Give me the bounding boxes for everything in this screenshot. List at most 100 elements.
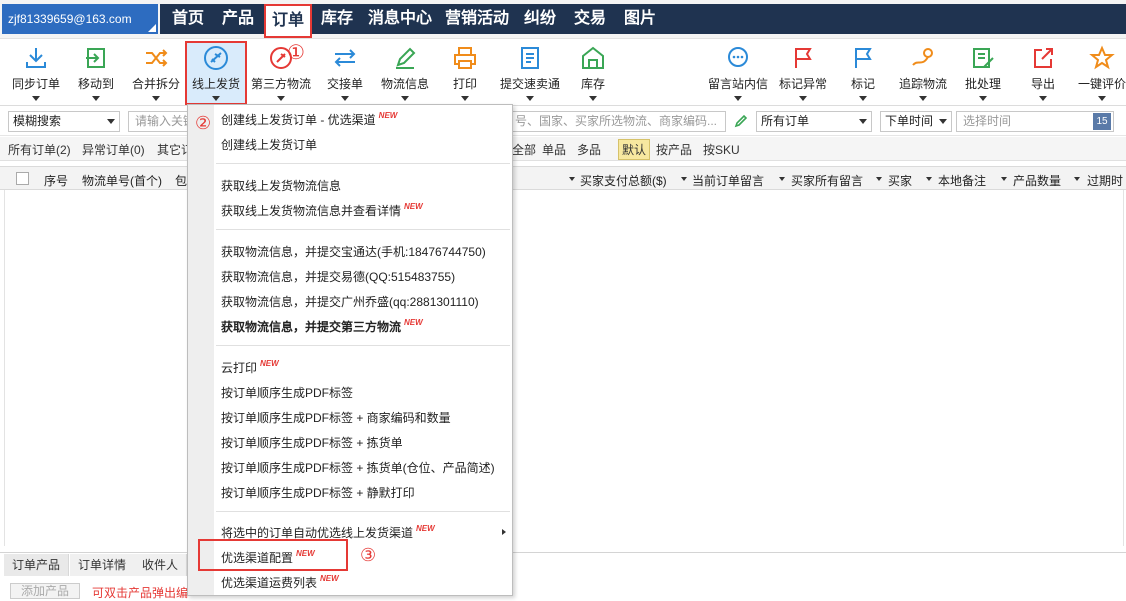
handover-sheet-button[interactable]: 交接单 — [313, 45, 377, 101]
keyword-input[interactable]: 请输入关键 — [128, 111, 188, 132]
handover-sheet-label: 交接单 — [326, 77, 363, 91]
menu-preferred-channel-fees[interactable]: 优选渠道运费列表 NEW — [221, 574, 339, 591]
tab-order-details[interactable]: 订单详情 — [70, 554, 136, 576]
mark-abnormal-button[interactable]: 标记异常 — [771, 45, 835, 101]
menu-cloud-print[interactable]: 云打印 NEW — [221, 359, 279, 376]
chat-icon — [728, 47, 748, 67]
nav-orders[interactable]: 订单 — [264, 4, 313, 38]
print-button[interactable]: 打印 — [433, 45, 497, 101]
nav-images[interactable]: 图片 — [624, 4, 656, 34]
sync-orders-label: 同步订单 — [11, 77, 60, 91]
menu-gutter — [188, 105, 214, 595]
chevron-down-icon[interactable] — [569, 177, 575, 181]
chevron-down-icon — [979, 96, 987, 101]
submit-aliexpress-button[interactable]: 提交速卖通 — [494, 45, 566, 101]
menu-divider — [216, 163, 510, 164]
tab-abnormal-orders[interactable]: 异常订单(0) — [82, 141, 145, 158]
export-button[interactable]: 导出 — [1011, 45, 1075, 101]
menu-submit-yide[interactable]: 获取物流信息，并提交易德(QQ:515483755) — [221, 268, 455, 285]
menu-preferred-channel-config[interactable]: 优选渠道配置 NEW — [221, 549, 315, 566]
move-to-icon — [86, 48, 105, 68]
time-field-select[interactable]: 下单时间 — [880, 111, 952, 132]
menu-pdf-label-silent-print[interactable]: 按订单顺序生成PDF标签 + 静默打印 — [221, 484, 415, 501]
tab-recipient[interactable]: 收件人 — [134, 554, 188, 576]
col-buyer[interactable]: 买家 — [888, 172, 912, 189]
col-product-quantity[interactable]: 产品数量 — [1013, 172, 1061, 189]
chevron-down-icon — [734, 96, 742, 101]
mark-button[interactable]: 标记 — [831, 45, 895, 101]
account-switcher[interactable]: zjf81339659@163.com — [2, 4, 158, 34]
col-buyer-payment-total[interactable]: 买家支付总额($) — [580, 172, 667, 189]
nav-products[interactable]: 产品 — [222, 4, 254, 34]
online-shipping-button[interactable]: 线上发货 — [185, 41, 247, 105]
chevron-down-icon — [341, 96, 349, 101]
nav-disputes[interactable]: 纠纷 — [524, 4, 556, 34]
menu-pdf-label-picklist[interactable]: 按订单顺序生成PDF标签 + 拣货单 — [221, 434, 403, 451]
nav-marketing[interactable]: 营销活动 — [445, 4, 509, 34]
nav-transactions[interactable]: 交易 — [574, 4, 606, 34]
menu-submit-third-party[interactable]: 获取物流信息，并提交第三方物流 NEW — [221, 318, 423, 335]
new-badge: NEW — [378, 111, 398, 120]
chevron-down-icon — [1098, 96, 1106, 101]
col-buyer-all-messages[interactable]: 买家所有留言 — [791, 172, 863, 189]
filter-multi-item[interactable]: 多品 — [577, 141, 601, 158]
tab-order-products[interactable]: 订单产品 — [4, 554, 70, 576]
menu-get-logistics-details[interactable]: 获取线上发货物流信息并查看详情 NEW — [221, 202, 423, 219]
batch-process-button[interactable]: 批处理 — [951, 45, 1015, 101]
filter-single-item[interactable]: 单品 — [542, 141, 566, 158]
sort-by-sku[interactable]: 按SKU — [703, 141, 740, 158]
chevron-down-icon[interactable] — [681, 177, 687, 181]
order-filter-select[interactable]: 所有订单 — [756, 111, 872, 132]
logistics-info-button[interactable]: 物流信息 — [373, 45, 437, 101]
chevron-down-icon — [859, 96, 867, 101]
track-logistics-button[interactable]: 追踪物流 — [891, 45, 955, 101]
inventory-button[interactable]: 库存 — [561, 45, 625, 101]
product-hint-text: 可双击产品弹出编 — [92, 586, 189, 600]
menu-create-order[interactable]: 创建线上发货订单 — [221, 136, 317, 153]
menu-pdf-label[interactable]: 按订单顺序生成PDF标签 — [221, 384, 353, 401]
move-to-button[interactable]: 移动到 — [64, 45, 128, 101]
sort-default[interactable]: 默认 — [618, 139, 651, 160]
col-local-note[interactable]: 本地备注 — [938, 172, 986, 189]
col-package[interactable]: 包 — [175, 172, 187, 189]
download-icon — [26, 48, 46, 68]
time-field-value: 下单时间 — [885, 114, 934, 128]
nav-home[interactable]: 首页 — [172, 4, 204, 34]
col-expiry-time[interactable]: 过期时 — [1087, 172, 1123, 189]
filter-all[interactable]: 全部 — [512, 141, 536, 158]
edit-icon[interactable] — [734, 114, 748, 128]
merge-split-button[interactable]: 合并拆分 — [124, 45, 188, 101]
menu-submit-baotongda[interactable]: 获取物流信息，并提交宝通达(手机:18476744750) — [221, 243, 486, 260]
nav-inventory[interactable]: 库存 — [321, 4, 353, 34]
chevron-down-icon[interactable] — [876, 177, 882, 181]
col-current-order-message[interactable]: 当前订单留言 — [692, 172, 764, 189]
chevron-down-icon[interactable] — [1074, 177, 1080, 181]
menu-item-label: 获取线上发货物流信息 — [221, 179, 342, 193]
time-range-input[interactable]: 选择时间 15 — [956, 111, 1114, 132]
search-mode-select[interactable]: 模糊搜索 — [8, 111, 120, 132]
chevron-down-icon[interactable] — [1001, 177, 1007, 181]
col-tracking-number[interactable]: 物流单号(首个) — [82, 172, 162, 189]
one-click-review-button[interactable]: 一键评价 — [1071, 45, 1126, 101]
printer-icon — [454, 47, 476, 69]
sort-by-product[interactable]: 按产品 — [656, 141, 692, 158]
menu-get-logistics[interactable]: 获取线上发货物流信息 — [221, 177, 341, 194]
add-product-button[interactable]: 添加产品 — [10, 583, 81, 599]
menu-submit-qiaosheng[interactable]: 获取物流信息，并提交广州乔盛(qq:2881301110) — [221, 293, 479, 310]
menu-create-order-preferred[interactable]: 创建线上发货订单 - 优选渠道 NEW — [221, 111, 397, 128]
tab-all-orders[interactable]: 所有订单(2) — [8, 141, 71, 158]
order-detail-panel: 订单产品 订单详情 收件人 添加产品 可双击产品弹出编 — [0, 552, 1126, 600]
search-fields-input[interactable]: 号、国家、买家所选物流、商家编码... — [508, 111, 726, 132]
nav-message-center[interactable]: 消息中心 — [368, 4, 432, 34]
chevron-down-icon[interactable] — [779, 177, 785, 181]
calendar-icon[interactable]: 15 — [1093, 113, 1111, 130]
sync-orders-button[interactable]: 同步订单 — [4, 45, 68, 101]
search-mode-value: 模糊搜索 — [13, 114, 62, 128]
menu-pdf-label-picklist-detail[interactable]: 按订单顺序生成PDF标签 + 拣货单(仓位、产品简述) — [221, 459, 495, 476]
chevron-down-icon[interactable] — [926, 177, 932, 181]
batch-process-label: 批处理 — [964, 77, 1001, 91]
menu-pdf-label-sku-qty[interactable]: 按订单顺序生成PDF标签 + 商家编码和数量 — [221, 409, 451, 426]
select-all-checkbox[interactable] — [16, 172, 29, 185]
message-button[interactable]: 留言站内信 — [706, 45, 770, 101]
chevron-down-icon — [526, 96, 534, 101]
